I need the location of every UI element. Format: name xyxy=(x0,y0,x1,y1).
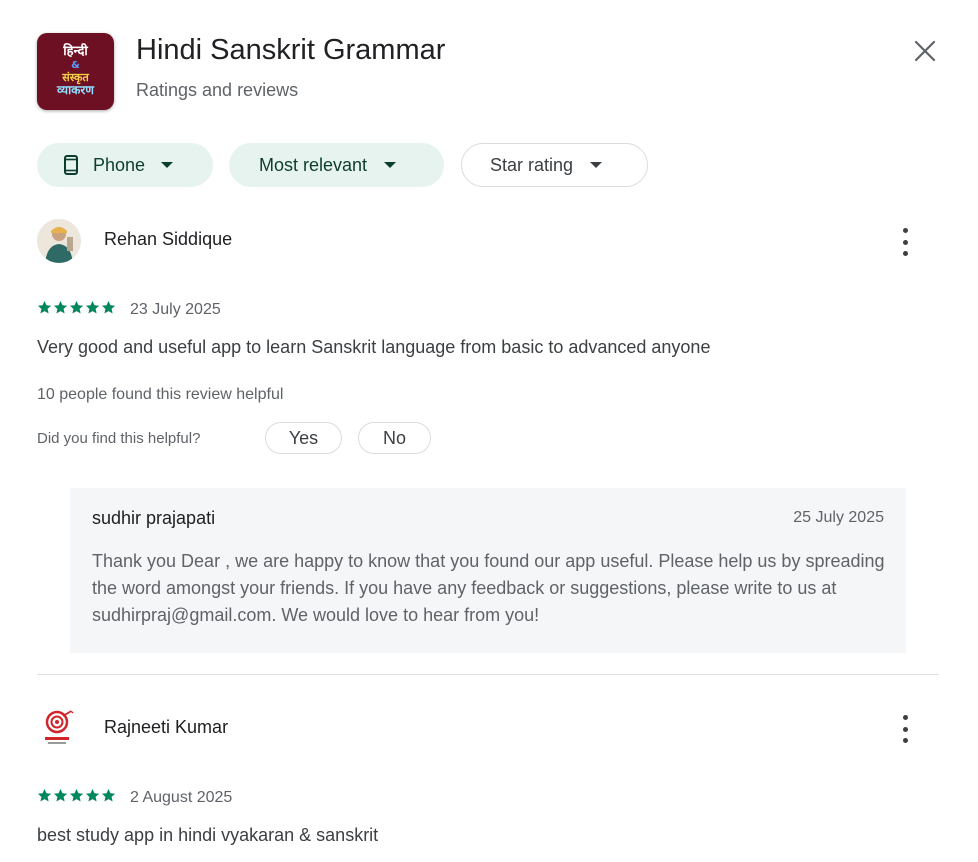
app-icon-line: व्याकरण xyxy=(57,83,94,98)
review-card: Rajneeti Kumar 2 August 2025 best study … xyxy=(37,707,939,857)
sort-filter-chip[interactable]: Most relevant xyxy=(229,143,444,187)
more-vert-icon xyxy=(902,715,908,720)
sort-filter-label: Most relevant xyxy=(259,154,368,175)
star-rating xyxy=(37,788,116,803)
more-options-button[interactable] xyxy=(893,715,917,743)
reply-date: 25 July 2025 xyxy=(793,509,884,526)
review-text: Very good and useful app to learn Sanskr… xyxy=(37,337,711,357)
more-options-button[interactable] xyxy=(893,228,917,256)
helpful-yes-button[interactable]: Yes xyxy=(265,422,342,454)
developer-reply: sudhir prajapati 25 July 2025 Thank you … xyxy=(70,488,906,653)
review-text: best study app in hindi vyakaran & sansk… xyxy=(37,825,379,845)
star-icon xyxy=(101,300,116,314)
more-vert-icon-dot xyxy=(902,738,908,743)
reply-text: Thank you Dear , we are happy to know th… xyxy=(92,551,885,625)
helpful-no-button[interactable]: No xyxy=(358,422,431,454)
review-divider xyxy=(37,674,939,675)
review-date: 2 August 2025 xyxy=(130,789,233,806)
star-icon xyxy=(85,300,100,314)
close-icon xyxy=(914,40,936,62)
app-icon-line: हिन्दी xyxy=(63,44,88,60)
review-card: Rehan Siddique 23 July 2025 Very good an… xyxy=(37,219,939,659)
helpful-count: 10 people found this review helpful xyxy=(37,386,284,403)
star-icon xyxy=(53,788,68,802)
star-rating-filter-label: Star rating xyxy=(490,154,574,175)
star-icon xyxy=(37,300,52,314)
reviewer-name: Rajneeti Kumar xyxy=(104,717,229,737)
device-filter-label: Phone xyxy=(93,154,146,175)
avatar xyxy=(37,707,81,751)
star-icon xyxy=(69,300,84,314)
device-filter-chip[interactable]: Phone xyxy=(37,143,213,187)
star-rating xyxy=(37,300,116,315)
avatar xyxy=(37,219,81,263)
more-vert-icon-dot xyxy=(902,251,908,256)
chevron-down-icon xyxy=(161,162,174,168)
app-icon-line: & xyxy=(71,60,80,71)
star-icon xyxy=(69,788,84,802)
review-date: 23 July 2025 xyxy=(130,301,221,318)
star-rating-filter-chip[interactable]: Star rating xyxy=(461,143,648,187)
helpful-question: Did you find this helpful? xyxy=(37,430,201,447)
close-button[interactable] xyxy=(908,34,942,68)
more-vert-icon xyxy=(902,228,908,233)
chevron-down-icon xyxy=(590,162,603,168)
star-icon xyxy=(101,788,116,802)
reply-author: sudhir prajapati xyxy=(92,508,216,528)
page-subtitle: Ratings and reviews xyxy=(136,80,299,100)
more-vert-icon-dot xyxy=(902,239,908,245)
app-header: हिन्दी & संस्कृत व्याकरण Hindi Sanskrit … xyxy=(37,32,942,112)
app-icon: हिन्दी & संस्कृत व्याकरण xyxy=(37,33,114,110)
star-icon xyxy=(53,300,68,314)
star-icon xyxy=(37,788,52,802)
chevron-down-icon xyxy=(384,162,397,168)
app-title: Hindi Sanskrit Grammar xyxy=(136,34,446,66)
phone-icon xyxy=(64,155,78,175)
star-icon xyxy=(85,788,100,802)
reviewer-name: Rehan Siddique xyxy=(104,229,233,249)
more-vert-icon-dot xyxy=(902,726,908,732)
